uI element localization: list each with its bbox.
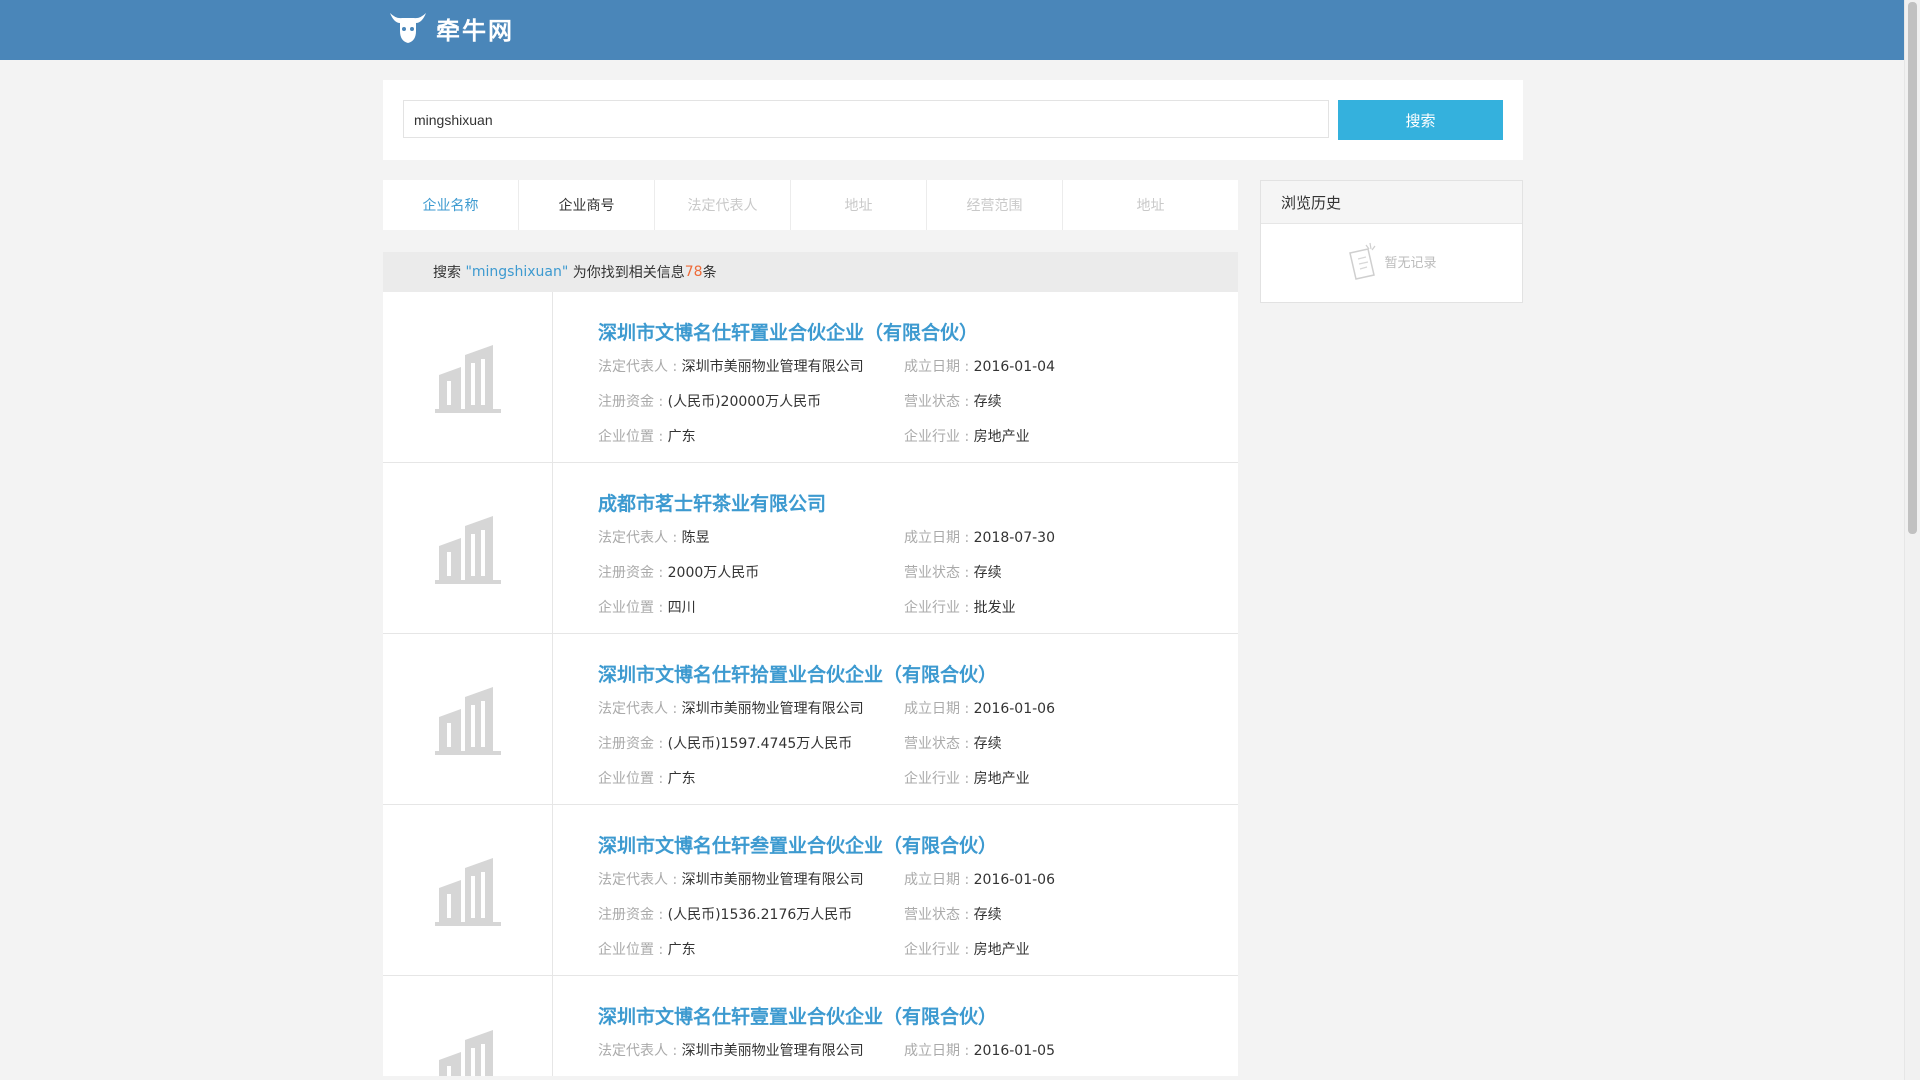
- list-item[interactable]: 深圳市文博名仕轩壹置业合伙企业（有限合伙） 法定代表人 : 深圳市美丽物业管理有…: [383, 976, 1238, 1076]
- founded-field: 成立日期 : 2016-01-06: [904, 872, 1055, 888]
- top-navbar: 牵牛网: [0, 0, 1905, 60]
- location-field: 企业位置 : 广东: [598, 942, 696, 958]
- company-thumbnail: [383, 976, 553, 1076]
- search-input[interactable]: mingshixuan: [403, 100, 1329, 138]
- industry-field: 企业行业 : 房地产业: [904, 429, 1030, 445]
- company-thumbnail: [383, 292, 553, 462]
- company-name-link[interactable]: 深圳市文博名仕轩壹置业合伙企业（有限合伙）: [598, 1002, 997, 1029]
- location-field: 企业位置 : 广东: [598, 771, 696, 787]
- list-item[interactable]: 深圳市文博名仕轩置业合伙企业（有限合伙） 法定代表人 : 深圳市美丽物业管理有限…: [383, 292, 1238, 463]
- founded-field: 成立日期 : 2016-01-04: [904, 359, 1055, 375]
- list-item[interactable]: 深圳市文博名仕轩叁置业合伙企业（有限合伙） 法定代表人 : 深圳市美丽物业管理有…: [383, 805, 1238, 976]
- company-name-link[interactable]: 深圳市文博名仕轩拾置业合伙企业（有限合伙）: [598, 660, 997, 687]
- note-icon: [1349, 242, 1376, 280]
- tab-trade-name[interactable]: 企业商号: [519, 180, 655, 230]
- site-logo[interactable]: 牵牛网: [386, 8, 514, 48]
- founded-field: 成立日期 : 2016-01-05: [904, 1043, 1055, 1059]
- company-thumbnail: [383, 463, 553, 633]
- summary-middle: 为你找到相关信息: [572, 265, 685, 281]
- browse-history-panel: 浏览历史 暂无记录: [1260, 180, 1523, 303]
- search-type-tabs: 企业名称 企业商号 法定代表人 地址 经营范围 地址: [383, 180, 1238, 230]
- tab-address-2[interactable]: 地址: [1063, 180, 1238, 230]
- legal-rep-field: 法定代表人 : 深圳市美丽物业管理有限公司: [598, 701, 864, 717]
- tab-business-scope[interactable]: 经营范围: [927, 180, 1063, 230]
- status-field: 营业状态 : 存续: [904, 907, 1002, 923]
- capital-field: 注册资金 : (人民币)1536.2176万人民币: [598, 907, 853, 923]
- industry-field: 企业行业 : 房地产业: [904, 942, 1030, 958]
- company-name-link[interactable]: 深圳市文博名仕轩叁置业合伙企业（有限合伙）: [598, 831, 997, 858]
- results-list: 深圳市文博名仕轩置业合伙企业（有限合伙） 法定代表人 : 深圳市美丽物业管理有限…: [383, 292, 1238, 1076]
- legal-rep-field: 法定代表人 : 深圳市美丽物业管理有限公司: [598, 1043, 864, 1059]
- building-icon: [434, 516, 501, 584]
- search-panel: mingshixuan 搜索: [383, 80, 1523, 160]
- capital-field: 注册资金 : (人民币)20000万人民币: [598, 394, 822, 410]
- result-summary: 搜索 "mingshixuan" 为你找到相关信息 78 条: [383, 252, 1238, 292]
- status-field: 营业状态 : 存续: [904, 565, 1002, 581]
- history-title: 浏览历史: [1261, 181, 1522, 224]
- status-field: 营业状态 : 存续: [904, 394, 1002, 410]
- company-thumbnail: [383, 634, 553, 804]
- industry-field: 企业行业 : 房地产业: [904, 771, 1030, 787]
- tab-legal-rep[interactable]: 法定代表人: [655, 180, 791, 230]
- legal-rep-field: 法定代表人 : 陈昱: [598, 530, 710, 546]
- scrollbar-thumb[interactable]: [1908, 2, 1917, 534]
- site-name: 牵牛网: [436, 16, 514, 45]
- history-empty-state: 暂无记录: [1261, 241, 1522, 281]
- founded-field: 成立日期 : 2018-07-30: [904, 530, 1055, 546]
- summary-suffix: 条: [702, 265, 717, 281]
- bull-logo-icon: [390, 13, 426, 43]
- capital-field: 注册资金 : 2000万人民币: [598, 565, 760, 581]
- history-empty-text: 暂无记录: [1384, 255, 1437, 271]
- building-icon: [438, 1030, 493, 1076]
- status-field: 营业状态 : 存续: [904, 736, 1002, 752]
- list-item[interactable]: 成都市茗士轩茶业有限公司 法定代表人 : 陈昱 成立日期 : 2018-07-3…: [383, 463, 1238, 634]
- legal-rep-field: 法定代表人 : 深圳市美丽物业管理有限公司: [598, 872, 864, 888]
- building-icon: [434, 345, 501, 413]
- page-scrollbar[interactable]: [1904, 0, 1920, 1080]
- company-name-link[interactable]: 深圳市文博名仕轩置业合伙企业（有限合伙）: [598, 318, 978, 345]
- building-icon: [434, 687, 501, 755]
- location-field: 企业位置 : 广东: [598, 429, 696, 445]
- location-field: 企业位置 : 四川: [598, 600, 696, 616]
- summary-prefix: 搜索: [433, 265, 461, 281]
- company-thumbnail: [383, 805, 553, 975]
- summary-keyword: "mingshixuan": [465, 264, 569, 280]
- list-item[interactable]: 深圳市文博名仕轩拾置业合伙企业（有限合伙） 法定代表人 : 深圳市美丽物业管理有…: [383, 634, 1238, 805]
- tab-company-name[interactable]: 企业名称: [383, 180, 519, 230]
- summary-count: 78: [684, 264, 703, 280]
- search-button[interactable]: 搜索: [1338, 100, 1503, 140]
- legal-rep-field: 法定代表人 : 深圳市美丽物业管理有限公司: [598, 359, 864, 375]
- founded-field: 成立日期 : 2016-01-06: [904, 701, 1055, 717]
- industry-field: 企业行业 : 批发业: [904, 600, 1016, 616]
- capital-field: 注册资金 : (人民币)1597.4745万人民币: [598, 736, 853, 752]
- building-icon: [434, 858, 501, 926]
- company-name-link[interactable]: 成都市茗士轩茶业有限公司: [598, 489, 826, 516]
- tab-address[interactable]: 地址: [791, 180, 927, 230]
